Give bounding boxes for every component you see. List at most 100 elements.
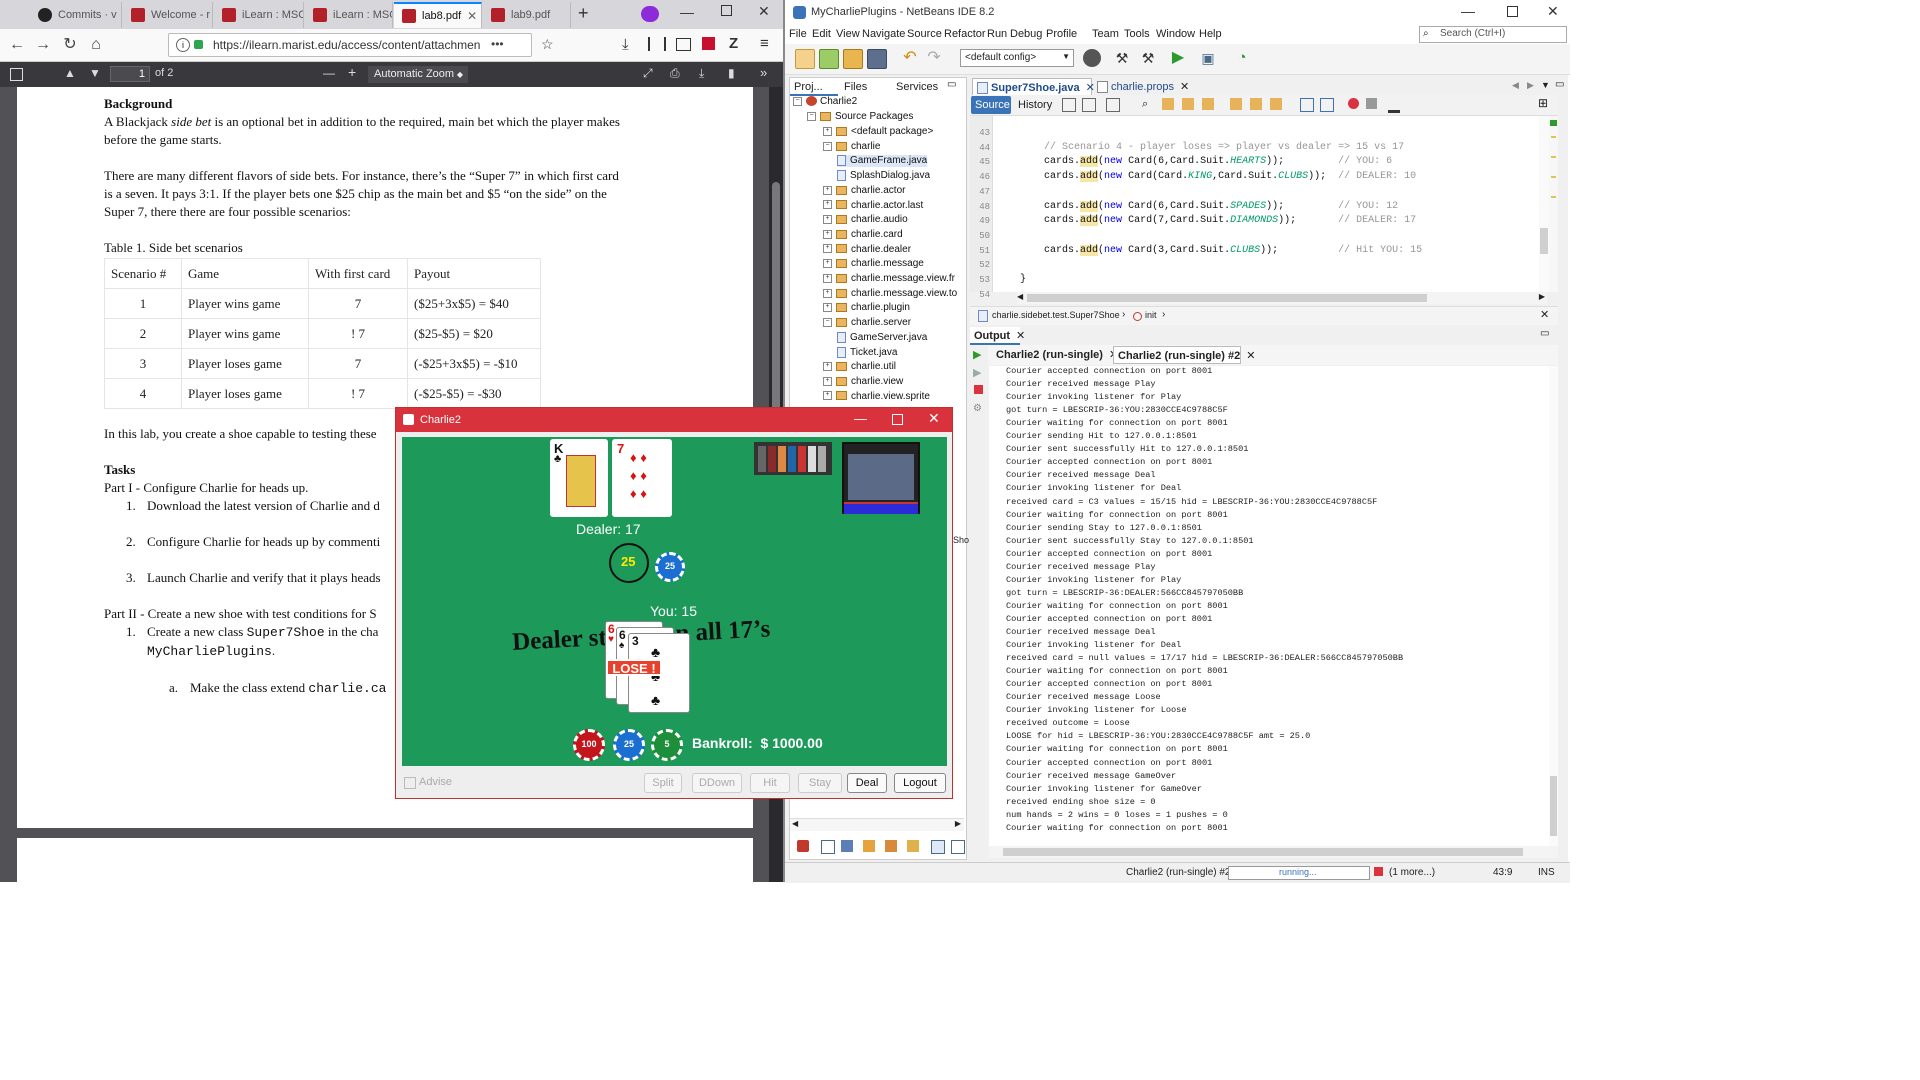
back-icon[interactable]: ← bbox=[7, 35, 27, 55]
tree-item[interactable]: + charlie.view bbox=[823, 376, 903, 387]
expand-icon[interactable]: + bbox=[823, 200, 832, 210]
breadcrumb-method[interactable]: init bbox=[1145, 310, 1157, 320]
close-icon[interactable]: ✕ bbox=[1540, 308, 1549, 321]
stay-button[interactable]: Stay bbox=[798, 773, 842, 793]
tree-item[interactable]: GameFrame.java bbox=[837, 155, 928, 167]
download-icon[interactable]: ⤓ bbox=[622, 36, 629, 53]
bug-icon[interactable] bbox=[797, 840, 809, 852]
collapse-icon[interactable]: − bbox=[807, 111, 816, 121]
menu-profile[interactable]: Profile bbox=[1046, 28, 1077, 40]
redo-icon[interactable]: ↷ bbox=[925, 49, 943, 67]
tree-item[interactable]: + charlie.dealer bbox=[823, 244, 911, 255]
prev-bookmark-icon[interactable] bbox=[1230, 98, 1242, 110]
prev-page-icon[interactable]: ▲ bbox=[64, 66, 76, 80]
new-file-icon[interactable] bbox=[795, 49, 815, 69]
forward-icon[interactable] bbox=[1106, 98, 1120, 112]
chip-25[interactable]: 25 bbox=[613, 729, 645, 761]
find-selection-icon[interactable] bbox=[1202, 98, 1214, 110]
zoom-select[interactable]: Automatic Zoom ◆ bbox=[368, 66, 468, 83]
find-prev-icon[interactable] bbox=[1162, 98, 1174, 110]
maximize-editor-icon[interactable]: ▭ bbox=[1555, 79, 1564, 90]
menu-debug[interactable]: Debug bbox=[1010, 28, 1042, 40]
tab-list-icon[interactable]: ▼ bbox=[1541, 80, 1550, 90]
settings-icon[interactable]: ⚙ bbox=[973, 403, 982, 414]
next-page-icon[interactable]: ▼ bbox=[89, 66, 101, 80]
scroll-thumb[interactable] bbox=[1550, 776, 1557, 836]
output-tab-run[interactable]: Charlie2 (run-single)✕ bbox=[992, 346, 1118, 364]
menu-edit[interactable]: Edit bbox=[812, 28, 831, 40]
expand-icon[interactable]: + bbox=[823, 303, 832, 313]
zoom-in-icon[interactable]: + bbox=[348, 64, 356, 80]
collapse-icon[interactable]: − bbox=[823, 317, 832, 327]
scroll-right-icon[interactable]: ▶ bbox=[955, 819, 961, 828]
tree-hscrollbar[interactable]: ◀ ▶ bbox=[790, 818, 964, 831]
menu-window[interactable]: Window bbox=[1156, 28, 1195, 40]
tab-projects[interactable]: Proj... bbox=[790, 78, 838, 96]
editor-vscrollbar[interactable] bbox=[1539, 116, 1549, 292]
target-icon[interactable] bbox=[1083, 49, 1101, 67]
tree-item[interactable]: + charlie.audio bbox=[823, 214, 908, 225]
close-window-icon[interactable]: ✕ bbox=[928, 410, 940, 427]
history-tab[interactable]: History bbox=[1014, 96, 1056, 114]
tree-item[interactable]: + charlie.card bbox=[823, 229, 903, 240]
menu-refactor[interactable]: Refactor bbox=[944, 28, 986, 40]
source-tab[interactable]: Source bbox=[971, 96, 1011, 114]
expand-icon[interactable]: + bbox=[823, 185, 832, 195]
split-button[interactable]: Split bbox=[644, 773, 682, 793]
scroll-right-icon[interactable]: ▶ bbox=[1539, 292, 1545, 301]
save-all-icon[interactable] bbox=[867, 49, 887, 69]
tools-icon[interactable]: » bbox=[760, 65, 767, 80]
close-window-icon[interactable]: ✕ bbox=[758, 3, 770, 20]
tree-item[interactable]: + charlie.util bbox=[823, 361, 896, 372]
presentation-icon[interactable]: ⤢ bbox=[643, 66, 653, 81]
menu-navigate[interactable]: Navigate bbox=[862, 28, 905, 40]
menu-team[interactable]: Team bbox=[1092, 28, 1119, 40]
url-bar[interactable]: i https://ilearn.marist.edu/access/conte… bbox=[168, 33, 554, 57]
tree-item[interactable]: + <default package> bbox=[823, 126, 933, 137]
scroll-left-icon[interactable]: ◀ bbox=[792, 819, 798, 828]
tab-super7shoe[interactable]: Super7Shoe.java ✕ bbox=[972, 78, 1095, 96]
sidebar-icon[interactable] bbox=[676, 38, 691, 51]
menu-tools[interactable]: Tools bbox=[1124, 28, 1150, 40]
minimize-panel-icon[interactable]: ▭ bbox=[1540, 328, 1549, 339]
zoom-out-icon[interactable]: — bbox=[323, 66, 335, 80]
expand-icon[interactable]: + bbox=[823, 391, 832, 401]
print-icon[interactable]: ⎙ bbox=[670, 66, 680, 81]
breadcrumb-class[interactable]: charlie.sidebet.test.Super7Shoe bbox=[992, 310, 1120, 320]
home-icon[interactable]: ⌂ bbox=[86, 35, 106, 55]
ddown-button[interactable]: DDown bbox=[692, 773, 742, 793]
chip-5[interactable]: 5 bbox=[651, 729, 683, 761]
menu-source[interactable]: Source bbox=[907, 28, 942, 40]
scroll-thumb[interactable] bbox=[1027, 294, 1427, 302]
stop-icon[interactable] bbox=[974, 385, 983, 394]
maximize-icon[interactable] bbox=[892, 414, 903, 425]
bet-circle[interactable]: 25 bbox=[609, 543, 649, 583]
tree-item[interactable]: SplashDialog.java bbox=[837, 170, 930, 181]
info-icon[interactable]: i bbox=[176, 38, 190, 52]
chip-100[interactable]: 100 bbox=[573, 729, 605, 761]
tab-welcome[interactable]: Welcome - r bbox=[123, 2, 213, 28]
tab-lab9[interactable]: lab9.pdf bbox=[483, 2, 571, 28]
debug-icon[interactable]: ▣ bbox=[1199, 49, 1217, 67]
menu-file[interactable]: File bbox=[789, 28, 807, 40]
logout-button[interactable]: Logout bbox=[894, 773, 946, 793]
tab-services[interactable]: Services bbox=[892, 78, 942, 96]
scroll-thumb[interactable] bbox=[1540, 228, 1548, 254]
tree-source-packages[interactable]: − Source Packages bbox=[807, 111, 913, 122]
build-icon[interactable]: ⚒ bbox=[1113, 49, 1131, 67]
tree-item[interactable]: + charlie.message.view.to bbox=[823, 288, 957, 299]
minimize-icon[interactable]: — bbox=[854, 411, 867, 426]
tree-item[interactable]: + charlie.message.view.fr bbox=[823, 273, 955, 284]
clean-build-icon[interactable]: ⚒ bbox=[1139, 49, 1157, 67]
expand-icon[interactable]: + bbox=[823, 376, 832, 386]
hit-button[interactable]: Hit bbox=[750, 773, 790, 793]
shift-left-icon[interactable] bbox=[1300, 98, 1314, 112]
tree-item[interactable]: − charlie bbox=[823, 141, 880, 152]
collapse-icon[interactable]: − bbox=[823, 141, 832, 151]
tree-item[interactable]: − charlie.server bbox=[823, 317, 911, 328]
page-number-input[interactable]: 1 bbox=[110, 66, 150, 82]
zotero-icon[interactable]: Z bbox=[729, 35, 738, 52]
expand-icon[interactable]: + bbox=[823, 259, 832, 269]
maximize-icon[interactable] bbox=[1507, 6, 1518, 17]
tab-commits[interactable]: Commits · v bbox=[30, 2, 122, 28]
